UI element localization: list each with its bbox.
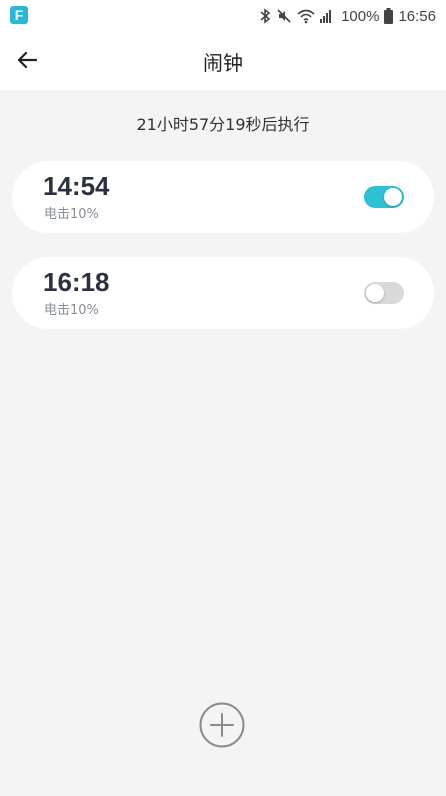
signal-icon xyxy=(320,9,334,23)
toggle-knob xyxy=(366,284,384,302)
status-time: 16:56 xyxy=(398,7,436,25)
mute-icon xyxy=(276,8,292,24)
page-title: 闹钟 xyxy=(203,51,243,75)
alarm-item[interactable]: 16:18 电击10% xyxy=(12,257,434,329)
toggle-knob xyxy=(384,188,402,206)
alarm-time: 16:18 xyxy=(43,267,110,297)
status-bar: F 100% 16:56 xyxy=(0,0,446,32)
battery-percent: 100% xyxy=(341,7,380,25)
plus-circle-icon xyxy=(199,702,245,748)
app-notification-icon: F xyxy=(10,6,28,24)
add-alarm-button[interactable] xyxy=(199,702,245,748)
alarm-time: 14:54 xyxy=(43,171,110,201)
battery-icon xyxy=(384,8,394,24)
status-icons: 100% 16:56 xyxy=(259,5,436,27)
wifi-icon xyxy=(297,8,315,24)
countdown-text: 21小时57分19秒后执行 xyxy=(136,115,310,134)
alarm-description: 电击10% xyxy=(44,207,99,222)
alarm-item[interactable]: 14:54 电击10% xyxy=(12,161,434,233)
alarm-toggle[interactable] xyxy=(364,282,404,304)
bluetooth-icon xyxy=(259,8,271,24)
alarm-description: 电击10% xyxy=(44,303,99,318)
app-header: 闹钟 xyxy=(0,32,446,90)
alarm-toggle[interactable] xyxy=(364,186,404,208)
